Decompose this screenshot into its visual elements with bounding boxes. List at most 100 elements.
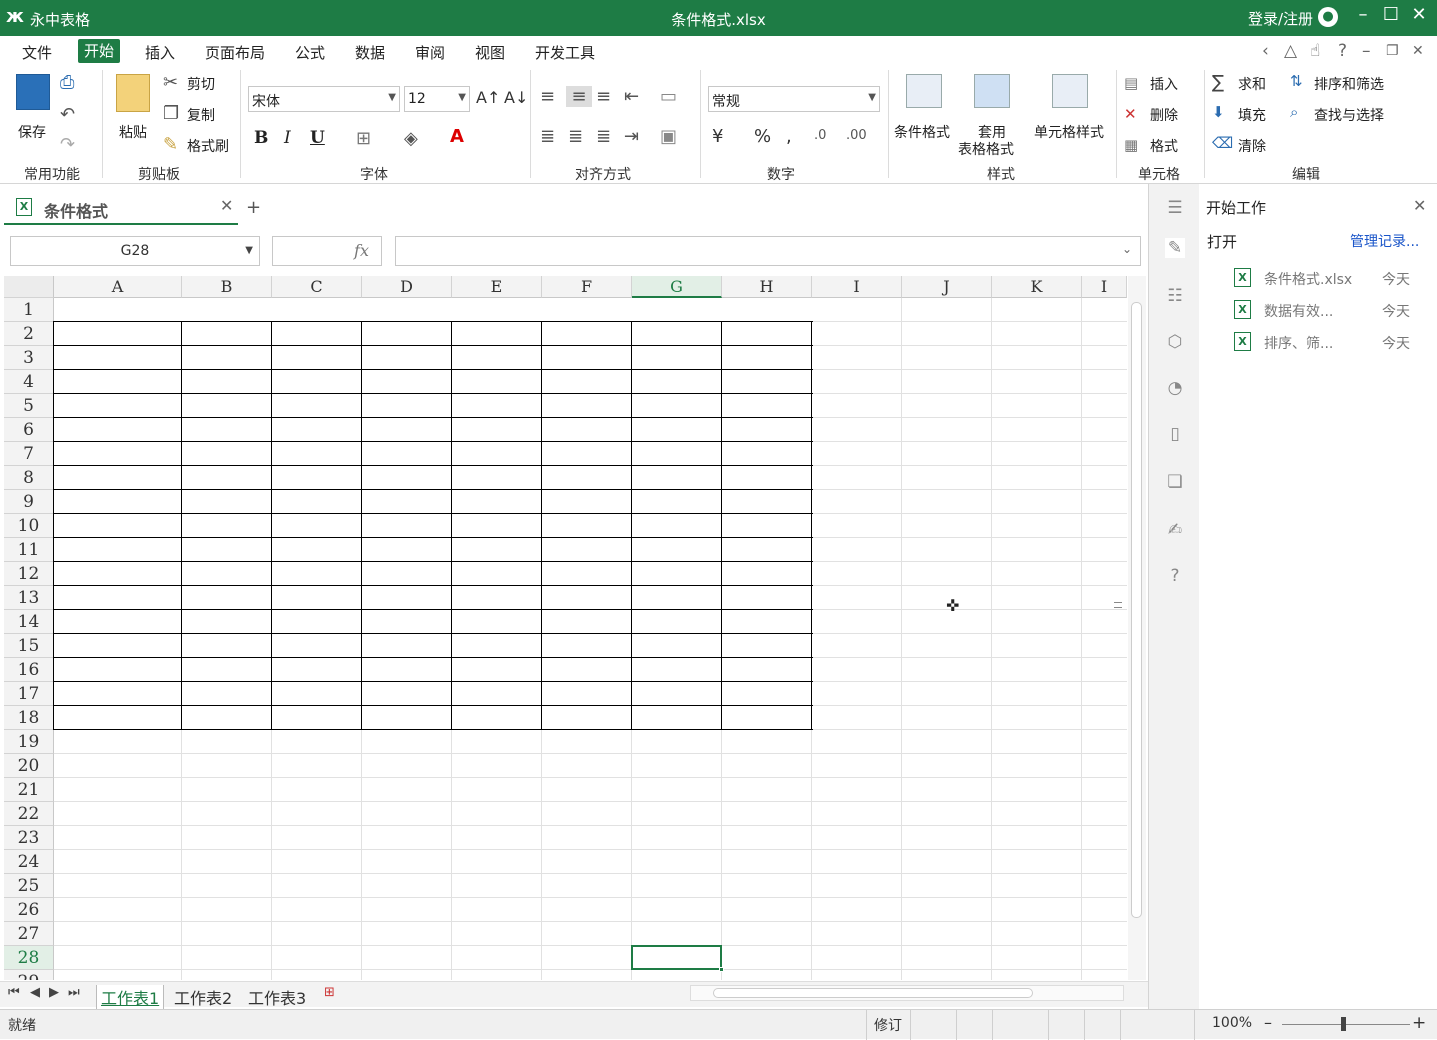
table-cell[interactable]	[452, 634, 542, 658]
underline-button[interactable]: U	[310, 128, 325, 148]
select-all-corner[interactable]	[4, 276, 54, 298]
table-header[interactable]	[722, 322, 812, 346]
table-cell[interactable]	[54, 442, 182, 466]
table-header[interactable]	[362, 322, 452, 346]
save-icon[interactable]	[16, 74, 50, 110]
table-cell[interactable]	[272, 346, 362, 370]
table-cell[interactable]	[542, 706, 632, 730]
row-header[interactable]: 22	[4, 802, 54, 826]
column-header[interactable]: G	[632, 276, 722, 298]
table-cell[interactable]	[272, 658, 362, 682]
table-cell[interactable]	[632, 562, 722, 586]
minimize-icon[interactable]: –	[1352, 4, 1374, 25]
row-header[interactable]: 25	[4, 874, 54, 898]
sum-button[interactable]: 求和	[1238, 74, 1266, 94]
menu-developer[interactable]: 开发工具	[535, 42, 595, 63]
sheet-tab-1[interactable]: 工作表1	[96, 985, 165, 1009]
row-header[interactable]: 16	[4, 658, 54, 682]
table-cell[interactable]	[542, 682, 632, 706]
table-cell[interactable]	[362, 634, 452, 658]
row-header[interactable]: 17	[4, 682, 54, 706]
doc-close-icon[interactable]: ✕	[1412, 43, 1424, 59]
table-cell[interactable]	[362, 706, 452, 730]
row-header[interactable]: 3	[4, 346, 54, 370]
column-header[interactable]: K	[992, 276, 1082, 298]
decrease-decimal-icon[interactable]: .00	[846, 128, 867, 143]
save-button[interactable]: 保存	[18, 122, 46, 142]
insert-cells-icon[interactable]: ▤	[1124, 74, 1138, 92]
table-cell[interactable]	[722, 562, 812, 586]
horizontal-scroll-thumb[interactable]	[713, 988, 1033, 998]
copy-button[interactable]: 复制	[187, 105, 215, 125]
table-cell[interactable]	[182, 394, 272, 418]
task-pane-close-icon[interactable]: ✕	[1413, 196, 1426, 215]
edit-icon[interactable]: ✍	[1165, 520, 1185, 540]
table-header[interactable]	[542, 322, 632, 346]
row-header[interactable]: 28	[4, 946, 54, 970]
last-sheet-icon[interactable]: ⏭	[68, 985, 80, 1000]
table-cell[interactable]	[452, 682, 542, 706]
table-cell[interactable]	[182, 466, 272, 490]
row-header[interactable]: 13	[4, 586, 54, 610]
table-cell[interactable]	[542, 658, 632, 682]
menu-formulas[interactable]: 公式	[295, 42, 325, 63]
table-cell[interactable]	[362, 562, 452, 586]
table-cell[interactable]	[722, 514, 812, 538]
horizontal-scrollbar[interactable]	[690, 985, 1124, 1001]
table-cell[interactable]	[272, 514, 362, 538]
table-cell[interactable]	[632, 394, 722, 418]
manage-records-link[interactable]: 管理记录...	[1350, 231, 1419, 251]
fill-color-icon[interactable]: ◈	[404, 128, 418, 149]
table-cell[interactable]	[272, 418, 362, 442]
table-cell[interactable]	[54, 634, 182, 658]
table-format-icon[interactable]	[974, 74, 1010, 108]
row-header[interactable]: 15	[4, 634, 54, 658]
italic-button[interactable]: I	[284, 128, 291, 148]
row-header[interactable]: 9	[4, 490, 54, 514]
collapse-ribbon-icon[interactable]: △	[1284, 41, 1297, 61]
fill-button[interactable]: 填充	[1238, 105, 1266, 125]
row-header[interactable]: 8	[4, 466, 54, 490]
table-cell[interactable]	[722, 346, 812, 370]
table-cell[interactable]	[182, 586, 272, 610]
table-cell[interactable]	[542, 490, 632, 514]
table-cell[interactable]	[542, 562, 632, 586]
table-cell[interactable]	[452, 514, 542, 538]
menu-home[interactable]: 开始	[78, 39, 121, 63]
table-cell[interactable]	[632, 346, 722, 370]
table-cell[interactable]	[542, 418, 632, 442]
shrink-font-icon[interactable]: A↓	[504, 88, 528, 107]
table-cell[interactable]	[722, 706, 812, 730]
status-revision[interactable]: 修订	[874, 1015, 902, 1035]
sort-filter-icon[interactable]: ⇅	[1290, 72, 1303, 90]
row-header[interactable]: 5	[4, 394, 54, 418]
table-cell[interactable]	[182, 610, 272, 634]
table-cell[interactable]	[54, 586, 182, 610]
table-cell[interactable]	[632, 442, 722, 466]
fill-handle[interactable]	[719, 967, 724, 972]
table-header[interactable]	[452, 322, 542, 346]
column-header[interactable]: B	[182, 276, 272, 298]
table-cell[interactable]	[362, 658, 452, 682]
conditional-format-icon[interactable]	[906, 74, 942, 108]
sheet-tab-3[interactable]: 工作表3	[248, 985, 306, 1009]
border-icon[interactable]: ⊞	[356, 128, 371, 149]
delete-cells-button[interactable]: 删除	[1150, 105, 1178, 125]
zoom-in-icon[interactable]: +	[1412, 1013, 1426, 1033]
table-cell[interactable]	[542, 442, 632, 466]
column-header[interactable]: I	[1082, 276, 1127, 298]
row-header[interactable]: 7	[4, 442, 54, 466]
delete-cells-icon[interactable]: ✕	[1124, 105, 1137, 123]
table-cell[interactable]	[272, 538, 362, 562]
table-cell[interactable]	[182, 658, 272, 682]
menu-view[interactable]: 视图	[475, 42, 505, 63]
table-cell[interactable]	[632, 418, 722, 442]
align-right-icon[interactable]: ≣	[596, 126, 611, 147]
table-cell[interactable]	[542, 466, 632, 490]
row-header[interactable]: 18	[4, 706, 54, 730]
vertical-scroll-thumb[interactable]	[1131, 302, 1142, 918]
table-cell[interactable]	[362, 346, 452, 370]
table-cell[interactable]	[54, 682, 182, 706]
cell-style-icon[interactable]	[1052, 74, 1088, 108]
comma-icon[interactable]: ,	[786, 126, 792, 147]
